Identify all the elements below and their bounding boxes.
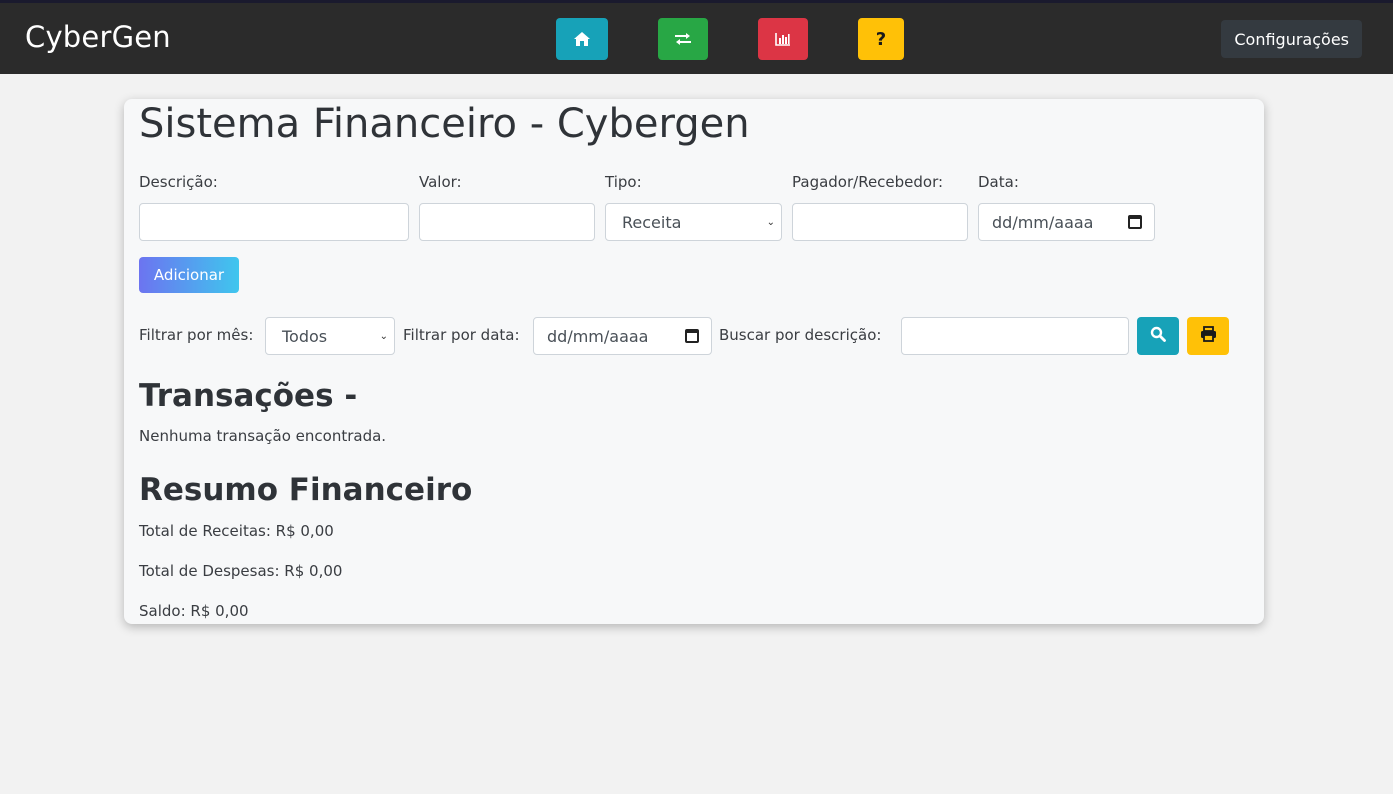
calendar-icon[interactable] bbox=[685, 329, 699, 343]
print-button[interactable] bbox=[1187, 317, 1229, 355]
data-placeholder: dd/mm/aaaa bbox=[992, 212, 1094, 232]
pagador-input[interactable] bbox=[792, 203, 968, 241]
total-receitas: Total de Receitas: R$ 0,00 bbox=[139, 522, 334, 540]
valor-input[interactable] bbox=[419, 203, 595, 241]
question-icon: ? bbox=[875, 28, 887, 50]
print-icon bbox=[1200, 326, 1217, 346]
filtro-mes-select[interactable]: Todos ⌄ bbox=[265, 317, 395, 355]
reports-button[interactable] bbox=[758, 18, 808, 60]
bar-chart-icon bbox=[775, 32, 791, 46]
resumo-heading: Resumo Financeiro bbox=[139, 472, 473, 508]
descricao-input[interactable] bbox=[139, 203, 409, 241]
page-title: Sistema Financeiro - Cybergen bbox=[139, 101, 750, 147]
main-card: Sistema Financeiro - Cybergen Descrição:… bbox=[124, 99, 1264, 624]
valor-label: Valor: bbox=[419, 173, 462, 191]
busca-input[interactable] bbox=[901, 317, 1129, 355]
home-icon bbox=[573, 31, 591, 47]
filtro-mes-label: Filtrar por mês: bbox=[139, 326, 254, 344]
filtro-data-placeholder: dd/mm/aaaa bbox=[547, 326, 649, 346]
data-label: Data: bbox=[978, 173, 1019, 191]
data-input[interactable]: dd/mm/aaaa bbox=[978, 203, 1155, 241]
calendar-icon[interactable] bbox=[1128, 215, 1142, 229]
descricao-label: Descrição: bbox=[139, 173, 218, 191]
tipo-label: Tipo: bbox=[605, 173, 642, 191]
exchange-arrows-icon bbox=[674, 32, 692, 46]
saldo: Saldo: R$ 0,00 bbox=[139, 602, 249, 620]
tipo-select-value: Receita bbox=[622, 212, 682, 232]
chevron-down-icon: ⌄ bbox=[379, 330, 388, 342]
empty-message: Nenhuma transação encontrada. bbox=[139, 427, 387, 445]
transacoes-heading: Transações - bbox=[139, 378, 358, 414]
settings-button[interactable]: Configurações bbox=[1221, 20, 1362, 58]
brand-logo[interactable]: CyberGen bbox=[25, 20, 171, 54]
transactions-button[interactable] bbox=[658, 18, 708, 60]
navbar: CyberGen ? Configurações bbox=[0, 3, 1393, 74]
help-button[interactable]: ? bbox=[858, 18, 904, 60]
search-icon bbox=[1150, 326, 1166, 346]
pagador-label: Pagador/Recebedor: bbox=[792, 173, 944, 191]
total-despesas: Total de Despesas: R$ 0,00 bbox=[139, 562, 343, 580]
filtro-data-label: Filtrar por data: bbox=[403, 326, 520, 344]
add-button[interactable]: Adicionar bbox=[139, 257, 239, 293]
chevron-down-icon: ⌄ bbox=[766, 216, 775, 228]
search-button[interactable] bbox=[1137, 317, 1179, 355]
tipo-select[interactable]: Receita ⌄ bbox=[605, 203, 782, 241]
home-button[interactable] bbox=[556, 18, 608, 60]
filtro-mes-value: Todos bbox=[282, 326, 328, 346]
busca-label: Buscar por descrição: bbox=[719, 326, 882, 344]
filtro-data-input[interactable]: dd/mm/aaaa bbox=[533, 317, 712, 355]
